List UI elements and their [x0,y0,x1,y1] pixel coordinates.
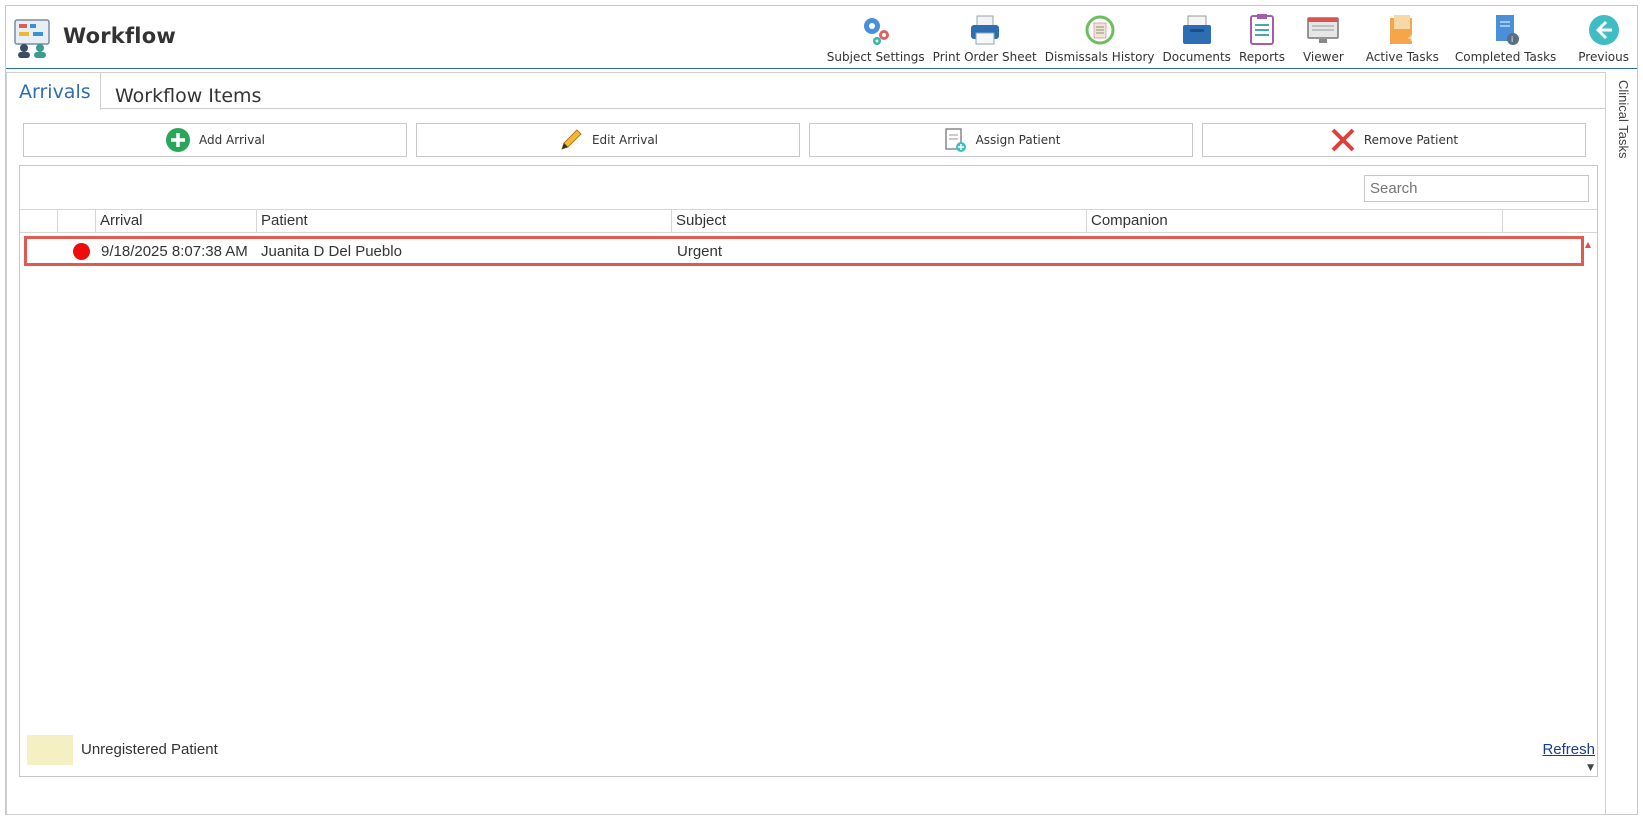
search-input[interactable] [1364,175,1589,202]
completed-tasks-label: Completed Tasks [1454,50,1557,64]
clinical-tasks-label: Clinical Tasks [1616,80,1631,159]
arrivals-grid: Arrival Patient Subject Companion 9/18/2… [19,165,1598,777]
column-header-subject[interactable]: Subject [672,210,1087,233]
previous-label: Previous [1578,50,1629,64]
refresh-link[interactable]: Refresh [1542,741,1595,758]
pencil-icon [561,129,582,150]
remove-patient-label: Remove Patient [1363,133,1459,147]
column-header-select[interactable] [20,210,58,233]
remove-patient-button[interactable]: Remove Patient [1202,123,1586,157]
column-header-patient[interactable]: Patient [257,210,672,233]
grid-header: Arrival Patient Subject Companion [20,209,1597,233]
subject-settings-label: Subject Settings [826,50,925,64]
column-header-arrival[interactable]: Arrival [96,210,257,233]
assign-document-icon [944,128,966,152]
action-bar: Add Arrival Edit Arrival Assign Patient … [23,123,1586,157]
cell-patient: Juanita D Del Pueblo [261,243,402,260]
viewer-label: Viewer [1302,50,1344,64]
viewer-button[interactable]: Viewer [1289,6,1358,64]
column-header-status[interactable] [58,210,96,233]
assign-patient-button[interactable]: Assign Patient [809,123,1193,157]
status-indicator [73,243,90,260]
legend-swatch [27,735,73,765]
edit-arrival-label: Edit Arrival [591,133,659,147]
cell-arrival: 9/18/2025 8:07:38 AM [101,243,248,260]
completed-tasks-button[interactable]: i Completed Tasks [1447,6,1564,64]
print-order-sheet-label: Print Order Sheet [932,50,1037,64]
svg-text:+: + [1407,33,1415,44]
close-x-icon [1331,128,1355,152]
tab-arrivals[interactable]: Arrivals [7,73,101,110]
gears-icon [863,18,889,45]
scroll-up-arrow[interactable]: ▲ [1585,240,1591,249]
clinical-tasks-side-tab[interactable]: Clinical Tasks [1612,80,1634,170]
subject-settings-button[interactable]: Subject Settings [823,6,929,64]
plus-circle-icon [165,128,190,152]
reports-button[interactable]: Reports [1235,6,1289,64]
completed-tasks-icon: i [1495,15,1519,45]
monitor-icon [1307,17,1340,43]
svg-text:i: i [1511,35,1513,44]
documents-label: Documents [1162,50,1231,64]
app-title: Workflow [63,24,176,48]
report-clipboard-icon [1249,14,1274,45]
printer-icon [970,15,999,45]
workflow-app-icon [14,19,50,58]
table-row[interactable]: 9/18/2025 8:07:38 AM Juanita D Del Puebl… [24,236,1584,266]
back-arrow-icon [1588,15,1619,45]
scroll-down-arrow[interactable]: ▼ [1587,763,1594,773]
print-order-sheet-button[interactable]: Print Order Sheet [929,6,1041,64]
tab-workflow-items[interactable]: Workflow Items [103,77,273,113]
app-header: Workflow Subject Settings Print Order Sh… [6,6,1637,69]
column-header-companion[interactable]: Companion [1087,210,1503,233]
assign-patient-label: Assign Patient [975,133,1061,147]
legend-label: Unregistered Patient [81,741,218,758]
dismissals-history-label: Dismissals History [1044,50,1155,64]
reports-label: Reports [1238,50,1285,64]
add-arrival-label: Add Arrival [198,133,266,147]
cell-subject: Urgent [677,243,723,260]
history-icon [1085,15,1115,45]
add-arrival-button[interactable]: Add Arrival [23,123,407,157]
active-tasks-label: Active Tasks [1365,50,1439,64]
dismissals-history-button[interactable]: Dismissals History [1041,6,1159,64]
documents-button[interactable]: Documents [1159,6,1235,64]
edit-arrival-button[interactable]: Edit Arrival [416,123,800,157]
main-panel: Arrivals Workflow Items Add Arrival Edit… [6,72,1606,815]
documents-tray-icon [1182,15,1211,44]
main-toolbar: Subject Settings Print Order Sheet Dismi… [823,6,1637,68]
active-tasks-icon: + [1390,15,1416,44]
active-tasks-button[interactable]: + Active Tasks [1358,6,1447,64]
previous-button[interactable]: Previous [1564,6,1637,64]
tab-bar: Arrivals Workflow Items [7,73,1605,110]
